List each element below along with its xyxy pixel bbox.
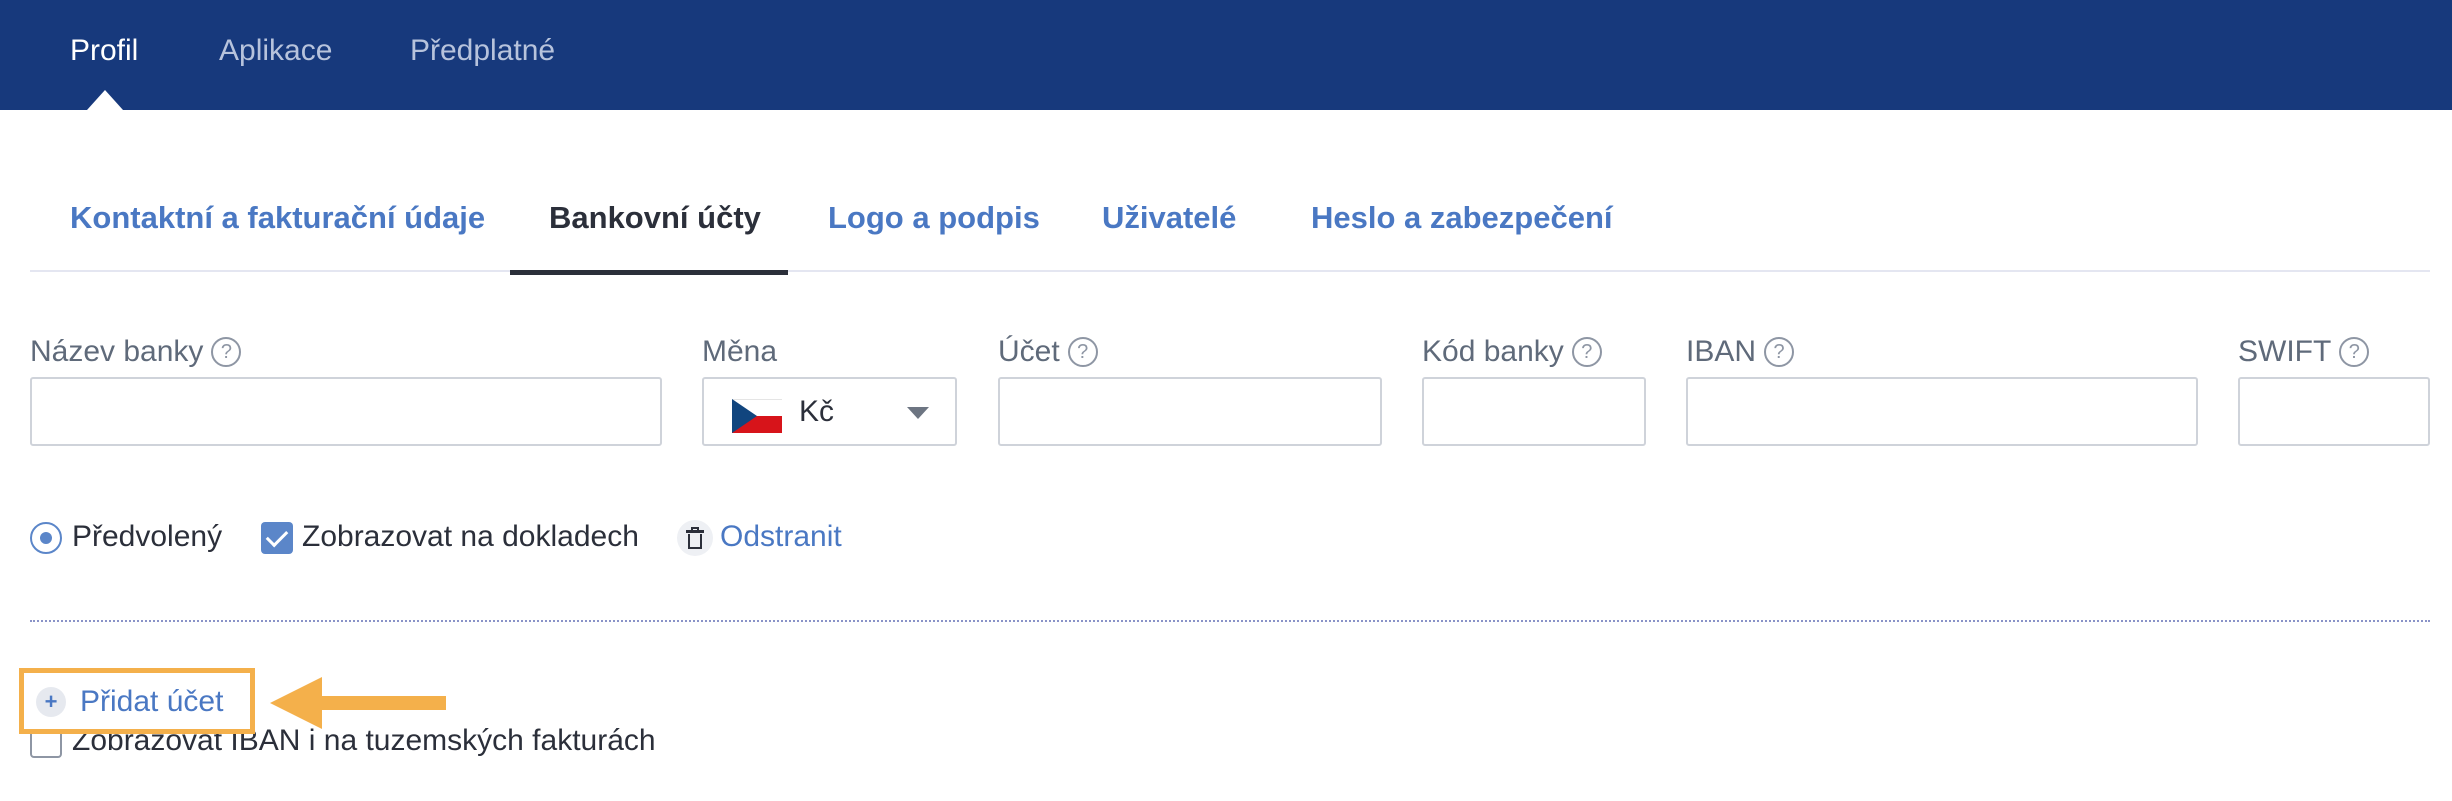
help-icon[interactable]: ? xyxy=(211,337,242,367)
help-icon[interactable]: ? xyxy=(1764,337,1795,367)
subtab-users[interactable]: Uživatelé xyxy=(1102,200,1236,236)
bank-code-label: Kód banky ? xyxy=(1422,335,1602,369)
subtab-password-security[interactable]: Heslo a zabezpečení xyxy=(1311,200,1613,236)
tab-predplatne[interactable]: Předplatné xyxy=(410,34,555,68)
show-on-documents-checkbox[interactable] xyxy=(261,522,293,554)
help-icon[interactable]: ? xyxy=(2339,337,2370,367)
subtab-logo-signature[interactable]: Logo a podpis xyxy=(828,200,1040,236)
iban-input[interactable] xyxy=(1686,377,2198,446)
trash-icon[interactable] xyxy=(677,520,713,556)
currency-value: Kč xyxy=(799,395,835,428)
bank-name-input[interactable] xyxy=(30,377,662,446)
add-account-label: Přidat účet xyxy=(80,685,224,718)
tab-aplikace[interactable]: Aplikace xyxy=(219,34,332,68)
default-radio[interactable] xyxy=(30,522,62,554)
currency-select[interactable]: Kč xyxy=(702,377,957,446)
show-on-documents-label: Zobrazovat na dokladech xyxy=(302,520,639,553)
arrow-left-icon xyxy=(270,677,446,729)
active-tab-caret xyxy=(87,90,123,110)
top-navigation: Profil Aplikace Předplatné xyxy=(0,0,2452,110)
section-divider xyxy=(30,620,2430,622)
subtab-bank-accounts[interactable]: Bankovní účty xyxy=(549,200,761,236)
czech-flag-icon xyxy=(732,399,782,433)
currency-label: Měna xyxy=(702,335,778,368)
add-account-button[interactable]: + Přidat účet xyxy=(19,668,255,734)
account-input[interactable] xyxy=(998,377,1382,446)
default-label: Předvolený xyxy=(72,520,223,553)
bank-name-label: Název banky ? xyxy=(30,335,242,369)
bank-code-input[interactable] xyxy=(1422,377,1646,446)
tab-profil[interactable]: Profil xyxy=(70,34,138,68)
active-subtab-underline xyxy=(510,270,788,275)
help-icon[interactable]: ? xyxy=(1067,337,1098,367)
swift-input[interactable] xyxy=(2238,377,2430,446)
chevron-down-icon xyxy=(907,407,929,419)
plus-icon: + xyxy=(36,687,66,717)
subtabs-divider xyxy=(30,270,2430,272)
help-icon[interactable]: ? xyxy=(1571,337,1602,367)
account-label: Účet ? xyxy=(998,335,1098,369)
subtab-contact-billing[interactable]: Kontaktní a fakturační údaje xyxy=(70,200,485,236)
iban-label: IBAN ? xyxy=(1686,335,1795,369)
remove-link[interactable]: Odstranit xyxy=(720,520,842,554)
swift-label: SWIFT ? xyxy=(2238,335,2370,369)
